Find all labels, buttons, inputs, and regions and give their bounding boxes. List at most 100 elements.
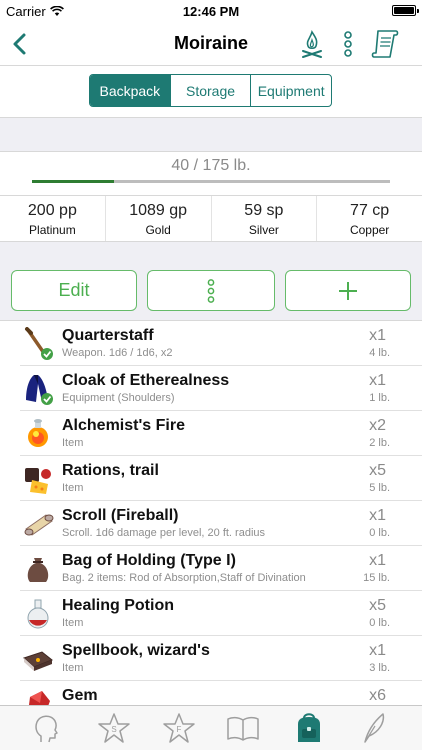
- scroll-notes-icon[interactable]: [370, 28, 400, 60]
- tab-feats[interactable]: F: [162, 712, 196, 744]
- item-description: Weapon. 1d6 / 1d6, x2: [62, 347, 173, 359]
- list-item[interactable]: Alchemist's Fire Item x2 2 lb.: [0, 411, 422, 456]
- list-item[interactable]: Gem x6: [0, 681, 422, 705]
- segment-backpack[interactable]: Backpack: [90, 75, 170, 106]
- list-item[interactable]: Spellbook, wizard's Item x1 3 lb.: [0, 636, 422, 681]
- carry-weight: 40 / 175 lb.: [0, 152, 422, 195]
- item-quantity: x5: [369, 597, 386, 614]
- currency-silver[interactable]: 59 sp Silver: [210, 196, 317, 241]
- rations-icon: [25, 468, 51, 494]
- item-description: Item: [62, 437, 84, 449]
- navigation-bar: Moiraine: [0, 22, 422, 66]
- item-weight: 15 lb.: [363, 572, 390, 584]
- carry-weight-label: 40 / 175 lb.: [171, 157, 251, 174]
- item-quantity: x5: [369, 462, 386, 479]
- gem-icon: [29, 691, 50, 705]
- flask-fire-icon: [28, 419, 48, 447]
- tab-bar: S F: [0, 705, 422, 750]
- spellbook-icon: [23, 651, 53, 671]
- status-bar: Carrier 12:46 PM: [0, 0, 422, 22]
- item-quantity: x1: [369, 327, 386, 344]
- more-options-button[interactable]: [147, 270, 275, 311]
- currency-value: 77 cp: [350, 202, 390, 219]
- section-divider: [0, 117, 422, 152]
- scroll-icon: [24, 514, 54, 536]
- item-name: Alchemist's Fire: [62, 417, 185, 434]
- item-quantity: x1: [369, 507, 386, 524]
- edit-button[interactable]: Edit: [11, 270, 137, 311]
- tab-letter: S: [111, 725, 116, 734]
- item-description: Item: [62, 482, 84, 494]
- item-description: Item: [62, 662, 84, 674]
- currency-value: 59 sp: [244, 202, 284, 219]
- carry-weight-bar: [32, 180, 390, 183]
- battery-icon: [392, 5, 419, 16]
- list-item[interactable]: Cloak of Etherealness Equipment (Shoulde…: [0, 366, 422, 411]
- item-weight: 1 lb.: [369, 392, 390, 404]
- currency-name: Silver: [248, 223, 279, 237]
- currency-name: Copper: [349, 223, 390, 237]
- bag-icon: [27, 558, 49, 582]
- currency-value: 1089 gp: [129, 202, 188, 219]
- item-name: Rations, trail: [62, 462, 159, 479]
- item-weight: 0 lb.: [369, 527, 390, 539]
- item-weight: 2 lb.: [369, 437, 390, 449]
- list-item[interactable]: Quarterstaff Weapon. 1d6 / 1d6, x2 x1 4 …: [0, 321, 422, 366]
- currency-gold[interactable]: 1089 gp Gold: [104, 196, 211, 241]
- item-quantity: x1: [369, 642, 386, 659]
- backpack-icon: [298, 713, 320, 742]
- plus-icon: [339, 281, 357, 300]
- tab-character[interactable]: [29, 712, 63, 744]
- item-list: Quarterstaff Weapon. 1d6 / 1d6, x2 x1 4 …: [0, 321, 422, 705]
- list-item[interactable]: Scroll (Fireball) Scroll. 1d6 damage per…: [0, 501, 422, 546]
- inventory-segmented-control: Backpack Storage Equipment: [89, 74, 332, 107]
- item-quantity: x6: [369, 687, 386, 704]
- item-weight: 5 lb.: [369, 482, 390, 494]
- quarterstaff-icon: [25, 327, 53, 360]
- quill-icon: [364, 713, 385, 743]
- currency-name: Platinum: [29, 223, 76, 237]
- item-name: Healing Potion: [62, 597, 174, 614]
- currency-value: 200 pp: [27, 202, 77, 219]
- tab-skills[interactable]: S: [97, 712, 131, 744]
- item-quantity: x2: [369, 417, 386, 434]
- item-name: Quarterstaff: [62, 327, 154, 344]
- list-item[interactable]: Healing Potion Item x5 0 lb.: [0, 591, 422, 636]
- item-quantity: x1: [369, 552, 386, 569]
- tab-inventory[interactable]: [292, 712, 326, 744]
- item-description: Equipment (Shoulders): [62, 392, 175, 404]
- item-description: Bag. 2 items: Rod of Absorption,Staff of…: [62, 572, 306, 584]
- campfire-icon[interactable]: [300, 28, 324, 60]
- cloak-icon: [26, 375, 53, 405]
- potion-icon: [27, 599, 49, 629]
- add-item-button[interactable]: [285, 270, 411, 311]
- item-name: Cloak of Etherealness: [62, 372, 230, 389]
- list-item[interactable]: Rations, trail Item x5 5 lb.: [0, 456, 422, 501]
- currency-row: 200 pp Platinum 1089 gp Gold 59 sp Silve…: [0, 195, 422, 241]
- clock: 12:46 PM: [182, 4, 240, 19]
- segment-equipment[interactable]: Equipment: [250, 75, 331, 106]
- book-icon: [227, 716, 259, 741]
- more-vertical-icon[interactable]: [340, 28, 356, 60]
- carry-weight-fill: [32, 180, 115, 183]
- item-weight: 4 lb.: [369, 347, 390, 359]
- currency-copper[interactable]: 77 cp Copper: [316, 196, 422, 241]
- tab-letter: F: [177, 725, 182, 734]
- currency-platinum[interactable]: 200 pp Platinum: [0, 196, 105, 241]
- head-icon: [35, 715, 58, 743]
- list-item[interactable]: Bag of Holding (Type I) Bag. 2 items: Ro…: [0, 546, 422, 591]
- segment-storage[interactable]: Storage: [169, 75, 251, 106]
- item-name: Spellbook, wizard's: [62, 642, 210, 659]
- item-name: Gem: [62, 687, 98, 704]
- item-weight: 3 lb.: [369, 662, 390, 674]
- item-name: Bag of Holding (Type I): [62, 552, 236, 569]
- item-quantity: x1: [369, 372, 386, 389]
- item-weight: 0 lb.: [369, 617, 390, 629]
- item-description: Scroll. 1d6 damage per level, 20 ft. rad…: [62, 527, 266, 539]
- star-s-icon: S: [98, 713, 130, 743]
- tab-spells[interactable]: [226, 712, 260, 744]
- page-title: Moiraine: [173, 33, 248, 53]
- more-vertical-icon: [207, 278, 215, 303]
- star-f-icon: F: [163, 713, 195, 743]
- tab-notes[interactable]: [357, 712, 391, 744]
